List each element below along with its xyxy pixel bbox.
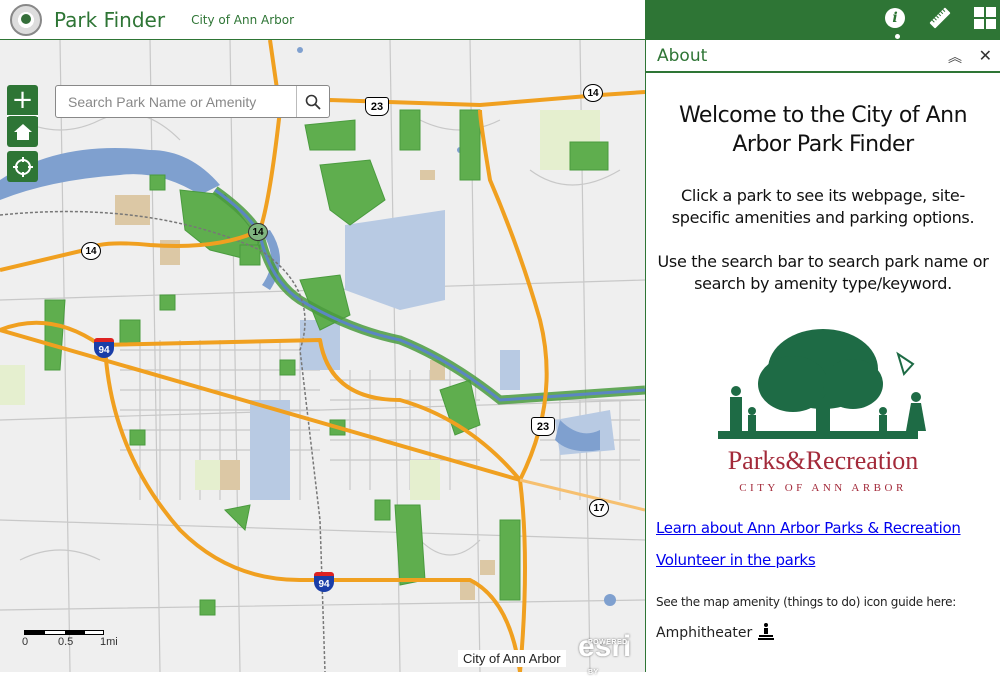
park[interactable] [44,299,66,371]
park[interactable] [394,504,426,586]
route-shield: 17 [589,499,609,517]
scale-label: 0.5 [58,636,74,648]
amenity-label: Amphitheater [656,625,753,641]
toolbar: i [645,0,1000,40]
city-seal-logo [10,3,42,36]
park[interactable] [129,429,146,446]
app-subtitle: City of Ann Arbor [191,12,295,27]
tree-family-icon [718,329,926,439]
park[interactable] [499,519,521,601]
amenity-item: Amphitheater [656,623,990,641]
route-shield: 23 [365,97,389,116]
scale-label: 0 [22,636,29,648]
powered-by-label: POWERED BY [588,639,628,676]
locate-button[interactable] [7,151,38,182]
logo-title: Parks&Recreation [728,446,919,475]
app-title: Park Finder [54,7,166,32]
close-icon[interactable]: ✕ [979,46,992,65]
volunteer-link[interactable]: Volunteer in the parks [656,551,990,569]
park[interactable] [569,141,609,171]
measurement-button[interactable] [928,6,952,30]
ruler-icon [929,7,951,29]
scale-bar: 0 0.5 1mi [22,630,118,649]
park[interactable] [279,359,296,376]
park[interactable] [319,159,386,226]
amphitheater-icon [758,623,775,640]
scale-label: 1mi [100,636,118,648]
apps-button[interactable] [973,6,997,30]
map-attribution[interactable]: City of Ann Arbor [458,650,566,667]
app-header: Park Finder City of Ann Arbor [0,0,645,40]
logo-subtitle: CITY OF ANN ARBOR [739,482,907,494]
route-shield: 94 [94,338,114,358]
search-help-paragraph: Use the search bar to search park name o… [657,252,989,293]
panel-body[interactable]: Welcome to the City of Ann Arbor Park Fi… [646,101,1000,641]
active-indicator [895,34,900,39]
info-button[interactable]: i [883,6,907,30]
esri-logo[interactable]: POWERED BY esri [578,632,631,677]
park[interactable] [374,499,391,521]
route-shield: 14 [583,84,603,102]
park[interactable] [149,174,166,191]
route-shield: 14 [81,242,101,260]
collapse-icon[interactable]: ︽ [948,47,962,67]
about-panel: About ︽ ✕ Welcome to the City of Ann Arb… [645,40,1000,672]
grid-icon [974,7,996,29]
parks-recreation-logo: Parks&Recreation CITY OF ANN ARBOR [718,329,926,494]
info-icon: i [885,8,905,28]
park[interactable] [159,294,176,311]
map-view[interactable]: 14 23 14 14 94 23 17 94 + − [0,40,645,672]
panel-header: About ︽ ✕ [646,40,1000,73]
zoom-in-button[interactable]: + [7,85,38,115]
icon-guide-text: See the map amenity (things to do) icon … [656,595,956,609]
home-button[interactable] [7,116,38,147]
route-shield: 23 [531,417,555,436]
park[interactable] [199,599,216,616]
park[interactable] [459,109,481,181]
home-icon [13,123,32,140]
search-widget [55,85,330,118]
panel-title: About [657,45,708,66]
search-input[interactable] [56,86,296,117]
route-shield: 14 [248,223,268,241]
route-shield: 94 [314,572,334,592]
park[interactable] [119,319,141,346]
locate-icon [12,156,33,177]
welcome-heading: Welcome to the City of Ann Arbor Park Fi… [678,103,968,157]
search-icon [305,94,321,110]
search-button[interactable] [296,86,329,117]
park[interactable] [399,109,421,151]
intro-paragraph: Click a park to see its webpage, site-sp… [671,186,975,227]
park[interactable] [304,119,356,151]
learn-parks-link[interactable]: Learn about Ann Arbor Parks & Recreation [656,519,990,537]
